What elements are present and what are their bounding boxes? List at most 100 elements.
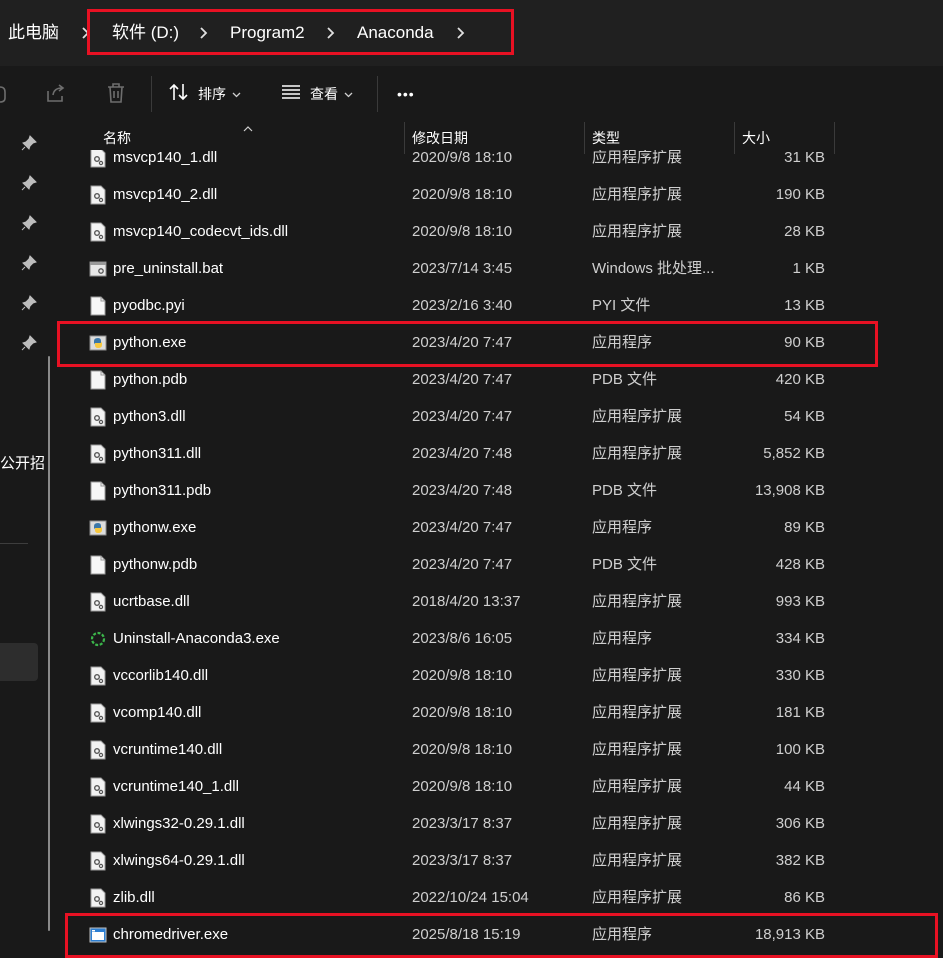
file-modified-date: 2018/4/20 13:37 <box>412 593 521 610</box>
file-type: 应用程序扩展 <box>592 150 683 166</box>
file-row[interactable]: python.exe 2023/4/20 7:47 应用程序 90 KB <box>63 324 943 361</box>
dll-file-icon <box>89 703 107 723</box>
dll-file-icon <box>89 740 107 760</box>
file-row[interactable]: vccorlib140.dll 2020/9/8 18:10 应用程序扩展 330 K… <box>63 657 943 694</box>
file-modified-date: 2023/3/17 8:37 <box>412 852 513 869</box>
file-name: python.exe <box>113 334 187 351</box>
more-icon: ••• <box>397 86 415 102</box>
file-size: 181 KB <box>775 704 825 721</box>
file-modified-date: 2020/9/8 18:10 <box>412 704 513 721</box>
file-row[interactable]: pyodbc.pyi 2023/2/16 3:40 PYI 文件 13 KB <box>63 287 943 324</box>
file-type: 应用程序扩展 <box>592 815 683 832</box>
file-name: pythonw.pdb <box>113 556 198 573</box>
file-row[interactable]: Uninstall-Anaconda3.exe 2023/8/6 16:05 应用程… <box>63 620 943 657</box>
file-type: 应用程序 <box>592 926 653 943</box>
file-size: 44 KB <box>784 778 825 795</box>
view-button[interactable]: 查看 <box>280 80 353 108</box>
file-name: msvcp140_1.dll <box>113 150 218 166</box>
file-row[interactable]: msvcp140_2.dll 2020/9/8 18:10 应用程序扩展 190 KB <box>63 176 943 213</box>
pin-icon[interactable] <box>21 295 37 311</box>
sidebar-item-label[interactable]: 公开招 <box>0 452 45 473</box>
file-modified-date: 2023/8/6 16:05 <box>412 630 513 647</box>
pin-icon[interactable] <box>21 175 37 191</box>
sidebar-scrollbar[interactable] <box>48 356 50 931</box>
chevron-right-icon[interactable] <box>78 24 94 42</box>
dll-file-icon <box>89 185 107 205</box>
sidebar-item-selected[interactable] <box>0 643 38 681</box>
file-size: 306 KB <box>775 815 825 832</box>
file-name: Uninstall-Anaconda3.exe <box>113 630 280 647</box>
file-name: vcomp140.dll <box>113 704 202 721</box>
file-modified-date: 2023/4/20 7:48 <box>412 445 513 462</box>
file-type: 应用程序扩展 <box>592 704 683 721</box>
copy-icon[interactable] <box>0 84 8 109</box>
file-row[interactable]: python311.dll 2023/4/20 7:48 应用程序扩展 5,852 K… <box>63 435 943 472</box>
file-row[interactable]: python.pdb 2023/4/20 7:47 PDB 文件 420 KB <box>63 361 943 398</box>
column-header-type[interactable]: 类型 <box>592 128 620 148</box>
file-modified-date: 2020/9/8 18:10 <box>412 667 513 684</box>
file-modified-date: 2020/9/8 18:10 <box>412 741 513 758</box>
chevron-right-icon[interactable] <box>453 24 469 42</box>
dll-file-icon <box>89 150 107 168</box>
pin-icon[interactable] <box>21 255 37 271</box>
share-icon[interactable] <box>45 82 67 109</box>
file-row[interactable]: vcruntime140.dll 2020/9/8 18:10 应用程序扩展 100 … <box>63 731 943 768</box>
file-row[interactable]: xlwings32-0.29.1.dll 2023/3/17 8:37 应用程序扩展… <box>63 805 943 842</box>
dll-file-icon <box>89 407 107 427</box>
breadcrumb-drive-d[interactable]: 软件 (D:) <box>112 20 179 46</box>
python-app-icon <box>89 333 107 353</box>
file-name: vccorlib140.dll <box>113 667 209 684</box>
breadcrumb-anaconda[interactable]: Anaconda <box>357 20 434 46</box>
file-row[interactable]: pre_uninstall.bat 2023/7/14 3:45 Windows 批… <box>63 250 943 287</box>
breadcrumb-program2[interactable]: Program2 <box>230 20 305 46</box>
column-header-size[interactable]: 大小 <box>742 128 770 148</box>
file-name: msvcp140_2.dll <box>113 186 218 203</box>
pin-icon[interactable] <box>21 135 37 151</box>
file-name: pythonw.exe <box>113 519 197 536</box>
file-row[interactable]: ucrtbase.dll 2018/4/20 13:37 应用程序扩展 993 KB <box>63 583 943 620</box>
anaconda-uninstall-icon <box>89 629 107 649</box>
more-options-button[interactable]: ••• <box>397 80 415 108</box>
file-name: python.pdb <box>113 371 188 388</box>
column-header-date[interactable]: 修改日期 <box>412 128 468 148</box>
view-list-icon <box>280 83 302 106</box>
file-type: 应用程序 <box>592 630 653 647</box>
file-row[interactable]: vcomp140.dll 2020/9/8 18:10 应用程序扩展 181 KB <box>63 694 943 731</box>
column-header-name[interactable]: 名称 <box>103 128 131 148</box>
file-type: 应用程序扩展 <box>592 852 683 869</box>
file-size: 190 KB <box>775 186 825 203</box>
file-size: 86 KB <box>784 889 825 906</box>
file-modified-date: 2020/9/8 18:10 <box>412 223 513 240</box>
file-row[interactable]: pythonw.pdb 2023/4/20 7:47 PDB 文件 428 KB <box>63 546 943 583</box>
file-type: 应用程序扩展 <box>592 889 683 906</box>
file-row[interactable]: zlib.dll 2022/10/24 15:04 应用程序扩展 86 KB <box>63 879 943 916</box>
chevron-right-icon[interactable] <box>196 24 212 42</box>
file-row[interactable]: python311.pdb 2023/4/20 7:48 PDB 文件 13,908 … <box>63 472 943 509</box>
breadcrumb-this-pc[interactable]: 此电脑 <box>8 20 59 46</box>
navigation-pane <box>0 122 63 958</box>
file-name: vcruntime140_1.dll <box>113 778 239 795</box>
sort-button[interactable]: 排序 <box>168 80 241 108</box>
file-row[interactable]: msvcp140_codecvt_ids.dll 2020/9/8 18:10 应用… <box>63 213 943 250</box>
dll-file-icon <box>89 444 107 464</box>
file-row[interactable]: python3.dll 2023/4/20 7:47 应用程序扩展 54 KB <box>63 398 943 435</box>
sort-icon <box>168 82 190 107</box>
file-row[interactable]: xlwings64-0.29.1.dll 2023/3/17 8:37 应用程序扩展… <box>63 842 943 879</box>
blank-file-icon <box>89 370 107 390</box>
chevron-right-icon[interactable] <box>323 24 339 42</box>
pin-icon[interactable] <box>21 215 37 231</box>
dll-file-icon <box>89 592 107 612</box>
file-row[interactable]: chromedriver.exe 2025/8/18 15:19 应用程序 18,91… <box>63 916 943 953</box>
file-row[interactable]: msvcp140_1.dll 2020/9/8 18:10 应用程序扩展 31 KB <box>63 150 943 176</box>
file-type: PYI 文件 <box>592 297 651 314</box>
file-size: 100 KB <box>775 741 825 758</box>
file-row[interactable]: pythonw.exe 2023/4/20 7:47 应用程序 89 KB <box>63 509 943 546</box>
file-type: 应用程序扩展 <box>592 223 683 240</box>
file-size: 18,913 KB <box>754 926 825 943</box>
dll-file-icon <box>89 222 107 242</box>
pin-icon[interactable] <box>21 335 37 351</box>
file-row[interactable]: vcruntime140_1.dll 2020/9/8 18:10 应用程序扩展 44… <box>63 768 943 805</box>
delete-icon[interactable] <box>106 82 126 109</box>
file-name: python3.dll <box>113 408 186 425</box>
file-type: 应用程序扩展 <box>592 445 683 462</box>
